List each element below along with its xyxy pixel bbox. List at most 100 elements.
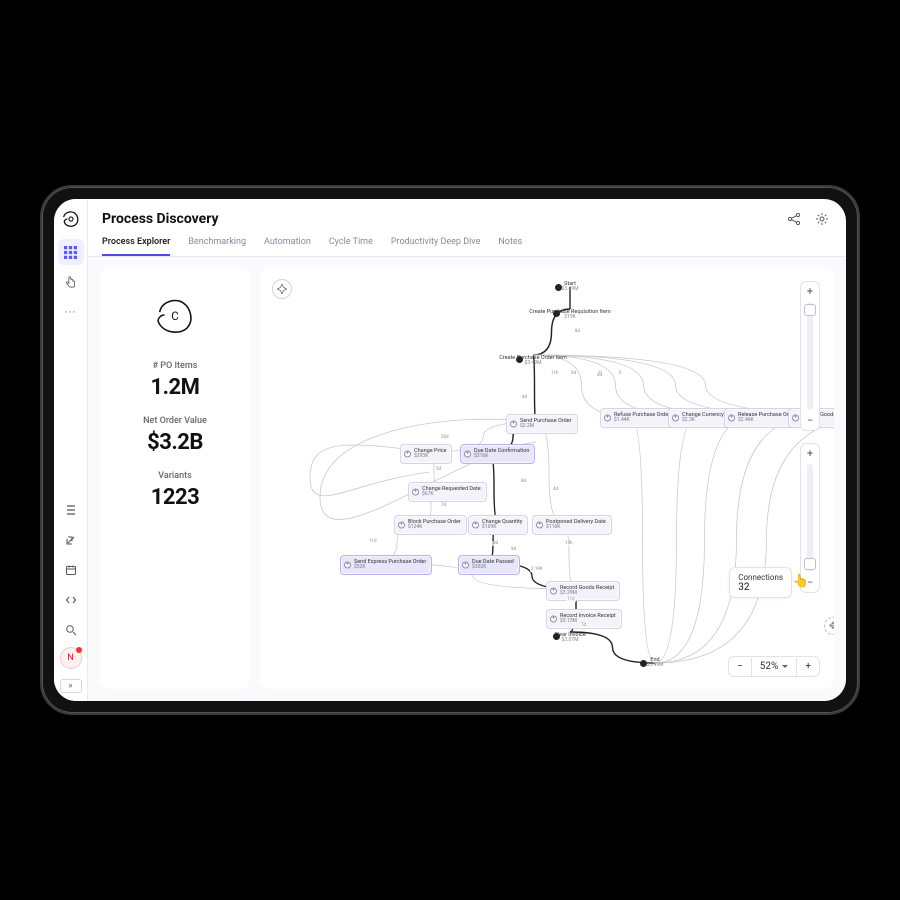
process-graph[interactable]: Start$3.49M End$3.49M Create Purchase Requ… (260, 267, 834, 689)
grid-icon (64, 246, 77, 259)
rail-item-pointer[interactable] (58, 269, 84, 295)
kpi-label: # PO Items (151, 361, 200, 371)
kpi-po-items: # PO Items 1.2M (151, 361, 200, 400)
zoom-control: − 52% + (728, 656, 820, 677)
calendar-icon (65, 564, 77, 576)
process-canvas[interactable]: Start$3.49M End$3.49M Create Purchase Requ… (260, 267, 834, 689)
brand-logo-icon[interactable] (59, 207, 83, 231)
graph-node-pdd[interactable]: +Postponed Delivery Date$116K (532, 515, 612, 535)
kpi-panel: C # PO Items 1.2M Net Order Value $3.2B … (100, 267, 250, 689)
tooltip-value: 32 (738, 582, 783, 593)
tab-notes[interactable]: Notes (498, 237, 522, 256)
graph-node-ddp[interactable]: +Due Date Passed$302K (458, 555, 520, 575)
kpi-net-order-value: Net Order Value $3.2B (143, 416, 207, 455)
edge-label: 8d (492, 541, 499, 546)
search-icon (65, 624, 77, 636)
edge-label: 2.19h (530, 567, 543, 572)
gear-icon (815, 212, 829, 226)
tablet-frame: ··· N » Process Discovery Process Explor… (40, 185, 860, 715)
tab-bar: Process Explorer Benchmarking Automation… (88, 237, 846, 257)
graph-node-rgr[interactable]: +Record Goods Receipt$3.29M (546, 581, 620, 601)
edge-label: 7d (440, 503, 447, 508)
connections-slider[interactable]: + − (800, 443, 820, 593)
rail-item-more[interactable]: ··· (58, 299, 84, 325)
tab-cycle-time[interactable]: Cycle Time (329, 237, 373, 256)
cursor-hand-icon: 👆 (793, 574, 809, 589)
graph-node-end[interactable]: End$3.49M (647, 657, 664, 669)
edge-label: 14h (564, 541, 574, 546)
tab-benchmarking[interactable]: Benchmarking (188, 237, 246, 256)
share-icon (787, 212, 801, 226)
edge-label: 9d (510, 547, 517, 552)
edge-label: 32d (440, 435, 450, 440)
ellipsis-icon: ··· (65, 306, 77, 319)
zoom-value[interactable]: 52% (752, 657, 797, 676)
graph-node-rpo[interactable]: +Refuse Purchase Order$1.44K (600, 408, 676, 428)
tab-automation[interactable]: Automation (264, 237, 311, 256)
edge-label: 0 (618, 371, 623, 376)
graph-node-sepo[interactable]: +Send Express Purchase Order$52K (340, 555, 432, 575)
page-title: Process Discovery (102, 211, 219, 227)
graph-node-chc[interactable]: +Change Currency$2.3K (668, 408, 730, 428)
settings-button[interactable] (812, 209, 832, 229)
open-external-icon (65, 534, 77, 546)
tab-productivity[interactable]: Productivity Deep Dive (391, 237, 481, 256)
avatar[interactable]: N (60, 647, 82, 669)
edge-label: 7d (580, 623, 587, 628)
kpi-label: Net Order Value (143, 416, 207, 426)
rail-expand-button[interactable]: » (60, 679, 82, 693)
svg-text:C: C (171, 309, 179, 323)
share-button[interactable] (784, 209, 804, 229)
edge-label: 11h (550, 371, 560, 376)
zoom-in-button[interactable]: + (797, 657, 819, 676)
rail-item-open[interactable] (58, 527, 84, 553)
edge-label: 8d (520, 479, 527, 484)
slider-thumb[interactable] (804, 558, 816, 570)
rail-item-apps[interactable] (58, 239, 84, 265)
kpi-value: 1.2M (151, 375, 200, 400)
crosshair-icon: ✥ (829, 621, 834, 632)
kpi-label: Variants (151, 471, 200, 481)
graph-node-cq[interactable]: +Change Quantity$109K (468, 515, 528, 535)
graph-node-ddc[interactable]: +Due Date Confirmation$316K (460, 444, 535, 464)
hand-pointer-icon (64, 276, 77, 289)
edge-label: 5d (435, 467, 442, 472)
kpi-variants: Variants 1223 (151, 471, 200, 510)
graph-node-bpo[interactable]: +Block Purchase Order$124K (394, 515, 467, 535)
slider-track[interactable] (807, 464, 813, 572)
graph-node-cli[interactable]: Clear Invoice$3.07M (554, 632, 585, 644)
edge-label: 4d (521, 395, 528, 400)
slider-track[interactable] (807, 302, 813, 410)
edge-label: 11d (566, 597, 576, 602)
brand-logo-large-icon: C (152, 293, 198, 339)
graph-node-cp[interactable]: +Change Price$293K (400, 444, 452, 464)
slider-thumb[interactable] (804, 304, 816, 316)
code-icon (65, 594, 77, 606)
graph-node-cpr[interactable]: Create Purchase Requisition Item$19K (529, 309, 610, 321)
rail-item-search[interactable] (58, 617, 84, 643)
graph-node-spo[interactable]: +Send Purchase Order$2.2M (506, 414, 578, 434)
kpi-value: 1223 (151, 485, 200, 510)
rail-item-list[interactable] (58, 497, 84, 523)
screen: ··· N » Process Discovery Process Explor… (54, 199, 846, 701)
graph-node-crd[interactable]: +Change Requested Date$67K (408, 482, 487, 502)
edge-label: 4d (596, 373, 603, 378)
activities-slider[interactable]: + − (800, 281, 820, 431)
graph-node-cpo[interactable]: Create Purchase Order Item$3.49M (499, 355, 567, 367)
zoom-out-button[interactable]: − (729, 657, 751, 676)
slider-plus[interactable]: + (801, 446, 819, 461)
edge-label: 4d (552, 487, 559, 492)
rail-item-calendar[interactable] (58, 557, 84, 583)
slider-minus[interactable]: − (801, 413, 819, 428)
left-rail: ··· N » (54, 199, 88, 701)
slider-plus[interactable]: + (801, 284, 819, 299)
graph-node-start[interactable]: Start$3.49M (562, 281, 579, 293)
kpi-value: $3.2B (143, 430, 207, 455)
tooltip-label: Connections (738, 573, 783, 582)
rail-item-code[interactable] (58, 587, 84, 613)
list-icon (65, 504, 77, 516)
chevron-right-icon: » (68, 681, 72, 691)
tab-process-explorer[interactable]: Process Explorer (102, 237, 170, 256)
connections-tooltip: Connections 32 👆 (729, 567, 792, 598)
page-header: Process Discovery (88, 199, 846, 237)
